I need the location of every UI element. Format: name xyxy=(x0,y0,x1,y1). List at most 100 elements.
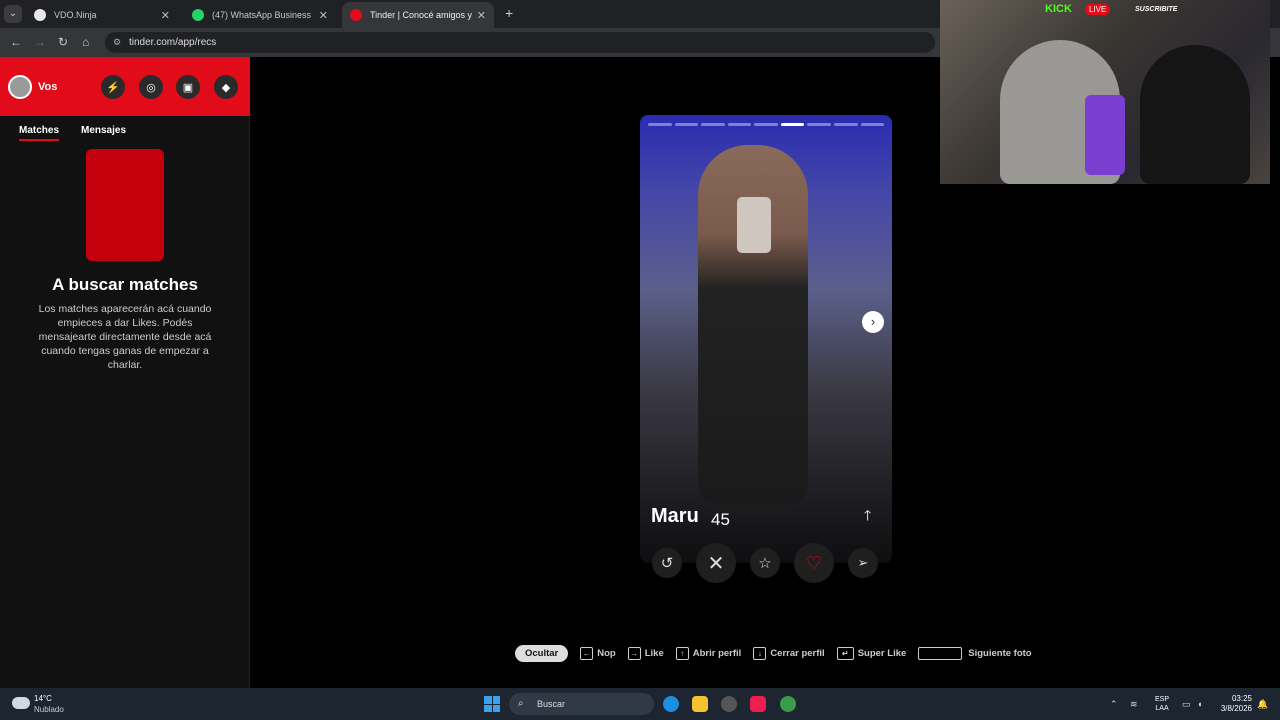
file-explorer-icon[interactable] xyxy=(692,696,708,712)
explore-icon[interactable]: ◎ xyxy=(139,75,163,99)
hide-hints-button[interactable]: Ocultar xyxy=(515,644,569,662)
tiktok-icon[interactable] xyxy=(750,696,766,712)
photo-progress-segment xyxy=(780,123,805,126)
profile-name: Maru xyxy=(651,505,699,527)
tab-tinder[interactable]: Tinder | Conocé amigos y gente ✕ xyxy=(342,2,494,28)
close-icon[interactable]: ✕ xyxy=(319,9,328,22)
tab-label: Tinder | Conocé amigos y gente xyxy=(370,10,473,20)
open-profile-icon[interactable]: 🡑 xyxy=(864,505,871,529)
search-icon: ⌕ xyxy=(518,698,524,709)
live-badge: LIVE xyxy=(1085,4,1111,15)
tab-vdo-ninja[interactable]: VDO.Ninja ✕ xyxy=(26,2,178,28)
hint-label: Nop xyxy=(597,647,616,659)
edge-icon[interactable] xyxy=(663,696,679,712)
hint-close-profile: ↓ Cerrar perfil xyxy=(753,646,825,660)
notifications-icon[interactable]: 🔔 xyxy=(1257,699,1268,710)
hint-nope: ← Nop xyxy=(580,646,616,660)
tray-overflow-icon[interactable]: ⌃ xyxy=(1110,699,1118,710)
new-tab-button[interactable]: + xyxy=(505,5,513,21)
hint-label: Cerrar perfil xyxy=(770,647,825,659)
hint-label: Like xyxy=(644,647,664,659)
profile-photo[interactable]: › xyxy=(640,115,892,505)
empty-state-heading: A buscar matches xyxy=(52,275,198,294)
taskbar: 14°C Nublado ⌕ Buscar ⌃ ≋ ESP LAA ▭ ◖ 03:2… xyxy=(0,688,1280,720)
volume-icon[interactable]: ◖ xyxy=(1197,699,1202,709)
tab-matches[interactable]: Matches xyxy=(19,125,60,141)
display-icon[interactable]: ▭ xyxy=(1182,699,1191,710)
search-placeholder: Buscar xyxy=(537,699,566,709)
windows-start-icon[interactable] xyxy=(484,696,500,712)
taskbar-search[interactable]: ⌕ Buscar xyxy=(509,693,654,715)
hint-next-photo: Siguiente foto xyxy=(918,646,1032,660)
rewind-button[interactable]: ↺ xyxy=(652,548,682,578)
photo-progress-segment xyxy=(727,123,752,126)
photo-progress-segment xyxy=(860,123,885,126)
nope-icon: ✕ xyxy=(707,552,725,575)
arrow-down-key-icon: ↓ xyxy=(753,646,767,660)
weather-condition[interactable]: Nublado xyxy=(34,705,64,714)
sidebar: Vos ⚡ ◎ ▣ ◆ Matches Mensajes A buscar ma… xyxy=(0,57,250,688)
home-icon[interactable]: ⌂ xyxy=(82,35,89,49)
arrow-right-key-icon: → xyxy=(627,646,641,660)
profile-name[interactable]: Vos xyxy=(38,81,57,93)
streamer-right xyxy=(1140,45,1250,184)
hint-label: Super Like xyxy=(857,647,907,659)
language-code: ESP xyxy=(1155,696,1170,703)
kick-logo: KICK xyxy=(1045,3,1072,15)
language-indicator[interactable]: ESP LAA xyxy=(1155,695,1169,713)
hint-like: → Like xyxy=(627,646,664,660)
avatar[interactable] xyxy=(8,75,32,99)
cloud-icon[interactable] xyxy=(12,697,30,709)
hint-open-profile: ↑ Abrir perfil xyxy=(675,646,742,660)
super-like-button[interactable]: ☆ xyxy=(750,548,780,578)
tab-label: (47) WhatsApp Business xyxy=(212,10,312,20)
keyboard-hints: Ocultar ← Nop → Like ↑ Abrir perfil ↓ Cerrar… xyxy=(515,644,1044,662)
rgb-lamp xyxy=(1085,95,1125,175)
empty-state-description: Los matches aparecerán acá cuando empiec… xyxy=(38,303,212,371)
hint-label: Siguiente foto xyxy=(968,647,1032,659)
sidebar-header: Vos ⚡ ◎ ▣ ◆ xyxy=(0,57,250,116)
tab-whatsapp[interactable]: (47) WhatsApp Business ✕ xyxy=(184,2,336,28)
chrome-icon[interactable] xyxy=(780,696,796,712)
likes-placeholder-card xyxy=(86,149,164,261)
rewind-icon: ↺ xyxy=(660,555,674,572)
tab-mensajes[interactable]: Mensajes xyxy=(81,125,126,136)
webcam-overlay: KICK LIVE SUSCRIBITE xyxy=(940,0,1270,184)
hint-label: Abrir perfil xyxy=(692,647,742,659)
close-icon[interactable]: ✕ xyxy=(477,9,486,22)
close-icon[interactable]: ✕ xyxy=(161,9,170,22)
clock-date: 3/8/2026 xyxy=(1220,704,1252,713)
tab-search-icon[interactable]: ⌄ xyxy=(4,5,22,23)
app-icon[interactable] xyxy=(721,696,737,712)
enter-key-icon: ↵ xyxy=(836,646,854,660)
photo-progress-segment xyxy=(807,123,831,126)
phone-in-photo xyxy=(737,197,771,253)
forward-icon[interactable]: → xyxy=(34,35,46,49)
tab-label: VDO.Ninja xyxy=(54,10,97,20)
whatsapp-favicon xyxy=(192,9,204,21)
clock[interactable]: 03:25 3/8/2026 xyxy=(1216,694,1252,714)
briefcase-icon[interactable]: ▣ xyxy=(176,75,200,99)
nope-button[interactable]: ✕ xyxy=(696,543,736,583)
back-icon[interactable]: ← xyxy=(10,35,22,49)
super-like-icon: ☆ xyxy=(758,555,772,572)
clock-time: 03:25 xyxy=(1231,694,1252,703)
photo-progress-segment xyxy=(701,123,725,126)
url-text: tinder.com/app/recs xyxy=(129,37,217,48)
photo-progress-segment xyxy=(648,123,672,126)
boost-button[interactable]: ➢ xyxy=(848,548,878,578)
shield-icon[interactable]: ◆ xyxy=(214,75,238,99)
boost-icon[interactable]: ⚡ xyxy=(101,75,125,99)
site-info-icon[interactable]: ⚙ xyxy=(113,32,121,53)
like-button[interactable]: ♡ xyxy=(794,543,834,583)
url-field[interactable]: ⚙ tinder.com/app/recs xyxy=(105,32,935,53)
next-photo-button[interactable]: › xyxy=(862,311,884,333)
reload-icon[interactable]: ↻ xyxy=(58,35,68,49)
subscribe-badge: SUSCRIBITE xyxy=(1135,6,1178,13)
photo-progress-segment xyxy=(833,123,858,126)
profile-card[interactable]: › Maru 45 🡑 xyxy=(640,115,892,563)
network-icon[interactable]: ≋ xyxy=(1130,699,1138,710)
photo-progress xyxy=(648,123,885,126)
weather-temperature[interactable]: 14°C xyxy=(34,694,52,703)
space-key-icon xyxy=(918,646,963,660)
